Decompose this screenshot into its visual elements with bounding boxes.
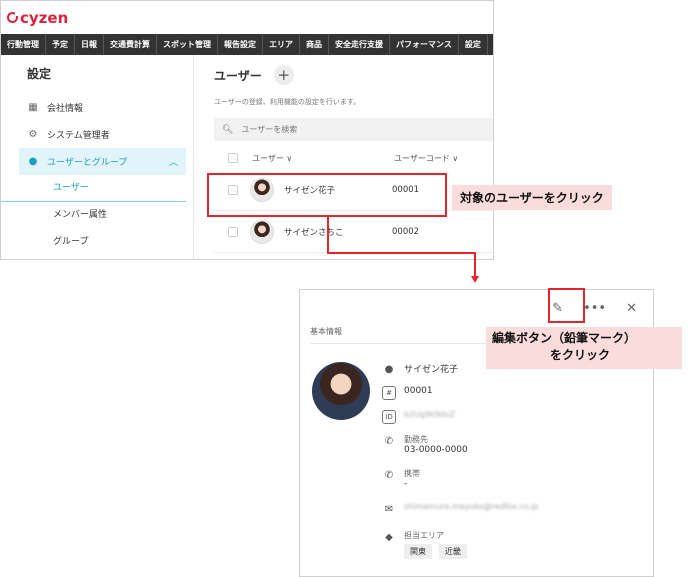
sidebar-item-label: ユーザーとグループ <box>47 158 128 168</box>
connector-line <box>327 216 329 253</box>
sidebar-title: 設定 <box>27 67 52 81</box>
area-label: 担当エリア <box>404 531 444 540</box>
logo[interactable]: cyzen <box>7 9 68 27</box>
user-name: サイゼン花子 <box>404 365 459 375</box>
users-main: ユーザー + ユーザーの登録、利用機能の設定を行います。 🔍︎ ユーザー ∨ ユ… <box>194 55 493 259</box>
column-header-user-code[interactable]: ユーザーコード ∨ <box>394 153 458 164</box>
connector-line <box>474 252 476 277</box>
chevron-up-icon: ︿ <box>168 158 178 168</box>
more-icon[interactable]: ••• <box>583 301 606 316</box>
nav-item[interactable]: パフォーマンス <box>390 34 459 55</box>
sidebar-item-company[interactable]: ▦ 会社情報 <box>1 94 193 121</box>
main-navbar: 行動管理 予定 日報 交通費計算 スポット管理 報告設定 エリア 商品 安全走行… <box>1 34 493 55</box>
sidebar-item-label: 会社情報 <box>47 104 84 114</box>
edit-button-highlight-frame <box>548 288 585 323</box>
add-user-button[interactable]: + <box>273 65 294 85</box>
logo-bar: cyzen <box>1 1 493 34</box>
nav-item[interactable]: 予定 <box>46 34 75 55</box>
nav-item[interactable]: 安全走行支援 <box>329 34 390 55</box>
sidebar-item-users-groups[interactable]: ● ユーザーとグループ ︿ <box>19 148 186 175</box>
avatar <box>312 362 370 420</box>
area-tag: 関東 <box>404 544 432 559</box>
nav-item-settings[interactable]: 設定 <box>459 34 488 55</box>
nav-item[interactable]: スポット管理 <box>157 34 218 55</box>
page-title: ユーザー <box>214 68 262 83</box>
callout-edit-line1: 編集ボタン（鉛筆マーク） <box>492 331 637 345</box>
building-icon: ▦ <box>28 102 38 113</box>
work-phone: 03-0000-0000 <box>404 445 468 455</box>
user-email: shimamura.mayuko@redfox.co.jp <box>404 502 539 511</box>
tag-icon: ◆ <box>385 531 393 543</box>
avatar <box>250 219 274 244</box>
column-header-user[interactable]: ユーザー ∨ <box>252 153 394 164</box>
arrow-down-icon <box>471 276 479 283</box>
mail-icon: ✉ <box>384 503 394 515</box>
search-input[interactable] <box>241 125 442 134</box>
nav-item[interactable]: 日報 <box>75 34 104 55</box>
sidebar-item-system-admin[interactable]: ⚙ システム管理者 <box>1 121 193 148</box>
connector-line <box>327 252 476 254</box>
nav-item[interactable]: 報告設定 <box>218 34 263 55</box>
mobile-phone: - <box>404 479 408 489</box>
callout-select-user: 対象のユーザーをクリック <box>452 185 612 210</box>
sidebar-subitem-groups[interactable]: グループ <box>1 229 193 256</box>
page-description: ユーザーの登録、利用機能の設定を行います。 <box>214 98 361 106</box>
nav-item[interactable]: エリア <box>263 34 300 55</box>
user-code: 00001 <box>404 386 433 396</box>
close-icon[interactable]: ✕ <box>626 301 637 316</box>
user-search: 🔍︎ <box>214 118 493 141</box>
select-all-checkbox[interactable] <box>228 153 238 163</box>
sidebar-subitem-member-attributes[interactable]: メンバー属性 <box>1 202 193 229</box>
search-icon: 🔍︎ <box>222 124 234 135</box>
id-icon: ID <box>382 410 396 424</box>
person-icon: ● <box>384 363 394 375</box>
callout-edit-line2: をクリック <box>550 348 611 362</box>
row-checkbox[interactable] <box>228 226 238 237</box>
phone-icon: ✆ <box>384 469 394 481</box>
sidebar-subitem-users[interactable]: ユーザー <box>1 175 186 202</box>
user-icon: ● <box>28 156 38 167</box>
row-highlight-frame <box>207 173 447 217</box>
logo-icon <box>7 12 19 23</box>
sidebar-item-label: システム管理者 <box>47 131 110 141</box>
admin-user-icon: ⚙ <box>28 129 38 140</box>
user-name: サイゼンさちこ <box>284 227 344 238</box>
nav-item[interactable]: 商品 <box>300 34 329 55</box>
table-header: ユーザー ∨ ユーザーコード ∨ <box>214 147 493 169</box>
callout-edit-button: 編集ボタン（鉛筆マーク） をクリック <box>486 327 682 369</box>
user-code: 00002 <box>392 226 420 237</box>
mobile-phone-label: 携帯 <box>404 469 420 478</box>
logo-text: cyzen <box>20 8 69 27</box>
work-phone-label: 勤務先 <box>404 435 428 444</box>
nav-item[interactable]: 行動管理 <box>1 34 46 55</box>
area-tag: 近畿 <box>438 544 467 559</box>
phone-icon: ✆ <box>384 435 394 447</box>
app-screenshot: cyzen 行動管理 予定 日報 交通費計算 スポット管理 報告設定 エリア 商… <box>0 0 494 260</box>
nav-item[interactable]: 交通費計算 <box>104 34 157 55</box>
user-id: b2Ug9k9dvZ <box>404 410 456 419</box>
table-row[interactable]: サイゼンさちこ 00002 <box>214 211 493 253</box>
hash-icon: # <box>382 386 396 400</box>
settings-sidebar: 設定 ▦ 会社情報 ⚙ システム管理者 ● ユーザーとグループ ︿ ユーザー メ… <box>1 55 194 259</box>
